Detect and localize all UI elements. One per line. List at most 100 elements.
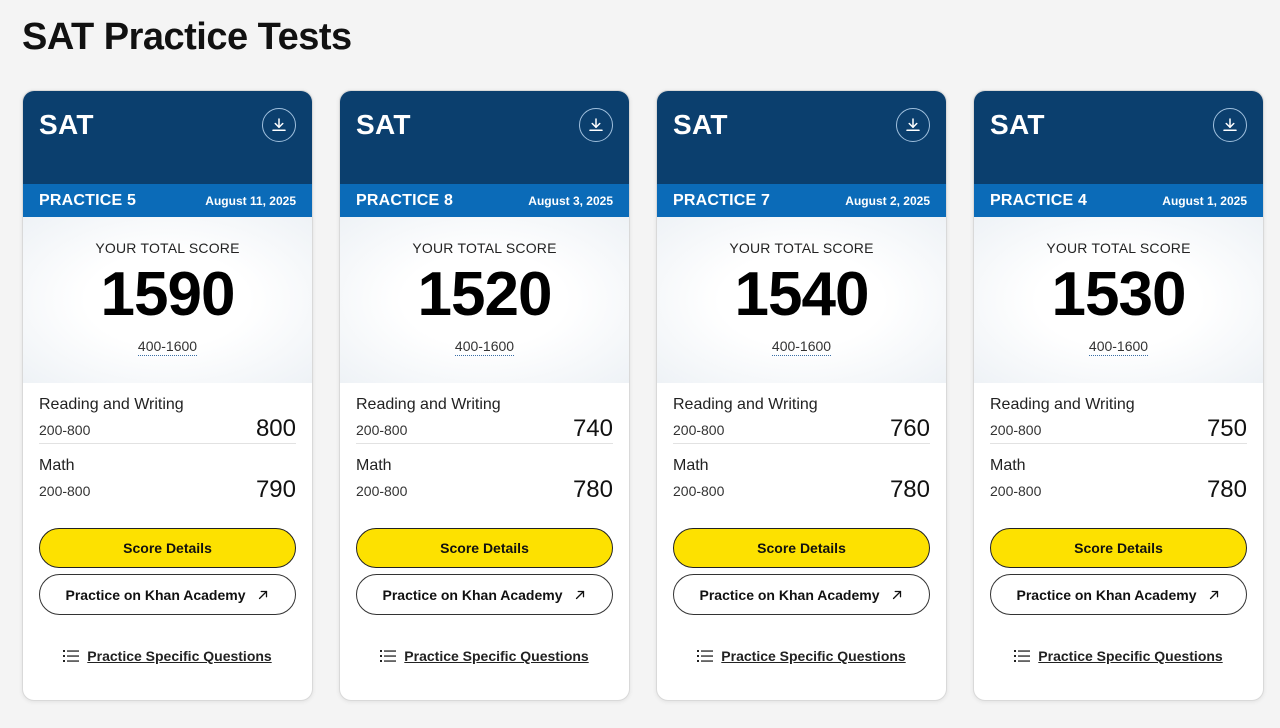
practice-questions-link[interactable]: Practice Specific Questions [340,648,629,664]
practice-label: PRACTICE 8 [356,191,454,209]
section-scores: Reading and Writing 200-800 760 Math 200… [657,383,946,503]
section-scores: Reading and Writing 200-800 740 Math 200… [340,383,629,503]
practice-questions-link[interactable]: Practice Specific Questions [974,648,1263,664]
practice-questions-label: Practice Specific Questions [87,648,272,664]
section-name: Reading and Writing [39,396,184,413]
card-brand: SAT [356,109,411,140]
khan-academy-button[interactable]: Practice on Khan Academy [356,574,613,615]
total-score-panel: YOUR TOTAL SCORE 1530 400-1600 [974,217,1263,383]
section-score: 800 [255,415,296,442]
khan-academy-label: Practice on Khan Academy [382,586,563,603]
section-score: 750 [1206,415,1247,442]
download-icon [1223,118,1237,131]
card-header: SAT [340,91,629,184]
practice-label: PRACTICE 7 [673,191,771,209]
section-range: 200-800 [990,483,1042,499]
section-scores: Reading and Writing 200-800 750 Math 200… [974,383,1263,503]
section-row: Math 200-800 780 [990,443,1247,503]
total-score: 1590 [100,260,236,329]
download-button[interactable] [579,108,613,142]
total-score: 1520 [417,260,553,329]
total-score-panel: YOUR TOTAL SCORE 1540 400-1600 [657,217,946,383]
list-icon [63,650,80,662]
practice-test-card: SAT PRACTICE 4 August 1, 2025 YOUR TOTAL… [973,90,1264,701]
total-score-range[interactable]: 400-1600 [454,338,515,356]
practice-test-card: SAT PRACTICE 7 August 2, 2025 YOUR TOTAL… [656,90,947,701]
khan-academy-button[interactable]: Practice on Khan Academy [39,574,296,615]
total-score-range[interactable]: 400-1600 [1088,338,1149,356]
total-score-caption: YOUR TOTAL SCORE [95,240,240,256]
practice-label: PRACTICE 5 [39,191,137,209]
section-row: Math 200-800 780 [673,443,930,503]
score-details-button[interactable]: Score Details [356,528,613,568]
section-row: Reading and Writing 200-800 800 [39,383,296,443]
section-name: Reading and Writing [673,396,818,413]
download-button[interactable] [262,108,296,142]
section-name: Reading and Writing [990,396,1135,413]
test-date: August 2, 2025 [845,193,930,208]
total-score-caption: YOUR TOTAL SCORE [1046,240,1191,256]
practice-band: PRACTICE 8 August 3, 2025 [340,184,629,217]
khan-academy-label: Practice on Khan Academy [65,586,246,603]
total-score-panel: YOUR TOTAL SCORE 1590 400-1600 [23,217,312,383]
practice-test-card: SAT PRACTICE 5 August 11, 2025 YOUR TOTA… [22,90,313,701]
khan-academy-label: Practice on Khan Academy [699,586,880,603]
download-icon [272,118,286,131]
practice-questions-label: Practice Specific Questions [1038,648,1223,664]
practice-band: PRACTICE 7 August 2, 2025 [657,184,946,217]
section-range: 200-800 [673,422,725,438]
section-name: Math [356,457,392,474]
total-score: 1540 [734,260,870,329]
section-score: 760 [889,415,930,442]
practice-questions-label: Practice Specific Questions [721,648,906,664]
download-button[interactable] [896,108,930,142]
khan-academy-button[interactable]: Practice on Khan Academy [990,574,1247,615]
section-scores: Reading and Writing 200-800 800 Math 200… [23,383,312,503]
card-brand: SAT [39,109,94,140]
arrow-up-right-icon [258,590,267,599]
section-score: 790 [255,476,296,503]
score-details-button[interactable]: Score Details [990,528,1247,568]
total-score-range[interactable]: 400-1600 [137,338,198,356]
practice-band: PRACTICE 4 August 1, 2025 [974,184,1263,217]
score-details-button[interactable]: Score Details [39,528,296,568]
practice-questions-label: Practice Specific Questions [404,648,589,664]
arrow-up-right-icon [892,590,901,599]
test-date: August 1, 2025 [1162,193,1247,208]
practice-label: PRACTICE 4 [990,191,1088,209]
card-header: SAT [974,91,1263,184]
section-range: 200-800 [356,422,408,438]
total-score: 1530 [1051,260,1187,329]
section-row: Reading and Writing 200-800 740 [356,383,613,443]
practice-test-card: SAT PRACTICE 8 August 3, 2025 YOUR TOTAL… [339,90,630,701]
arrow-up-right-icon [575,590,584,599]
score-details-button[interactable]: Score Details [673,528,930,568]
practice-band: PRACTICE 5 August 11, 2025 [23,184,312,217]
section-range: 200-800 [990,422,1042,438]
card-header: SAT [23,91,312,184]
khan-academy-button[interactable]: Practice on Khan Academy [673,574,930,615]
total-score-panel: YOUR TOTAL SCORE 1520 400-1600 [340,217,629,383]
section-name: Math [990,457,1026,474]
section-score: 780 [889,476,930,503]
section-range: 200-800 [356,483,408,499]
section-score: 780 [572,476,613,503]
test-date: August 11, 2025 [205,193,296,208]
page-title: SAT Practice Tests [22,16,352,58]
section-range: 200-800 [39,422,91,438]
section-score: 740 [572,415,613,442]
section-name: Math [39,457,75,474]
section-row: Reading and Writing 200-800 760 [673,383,930,443]
total-score-range[interactable]: 400-1600 [771,338,832,356]
khan-academy-label: Practice on Khan Academy [1016,586,1197,603]
test-date: August 3, 2025 [528,193,613,208]
section-range: 200-800 [673,483,725,499]
card-brand: SAT [990,109,1045,140]
download-button[interactable] [1213,108,1247,142]
download-icon [906,118,920,131]
section-range: 200-800 [39,483,91,499]
list-icon [1014,650,1031,662]
section-row: Math 200-800 790 [39,443,296,503]
practice-questions-link[interactable]: Practice Specific Questions [657,648,946,664]
practice-questions-link[interactable]: Practice Specific Questions [23,648,312,664]
